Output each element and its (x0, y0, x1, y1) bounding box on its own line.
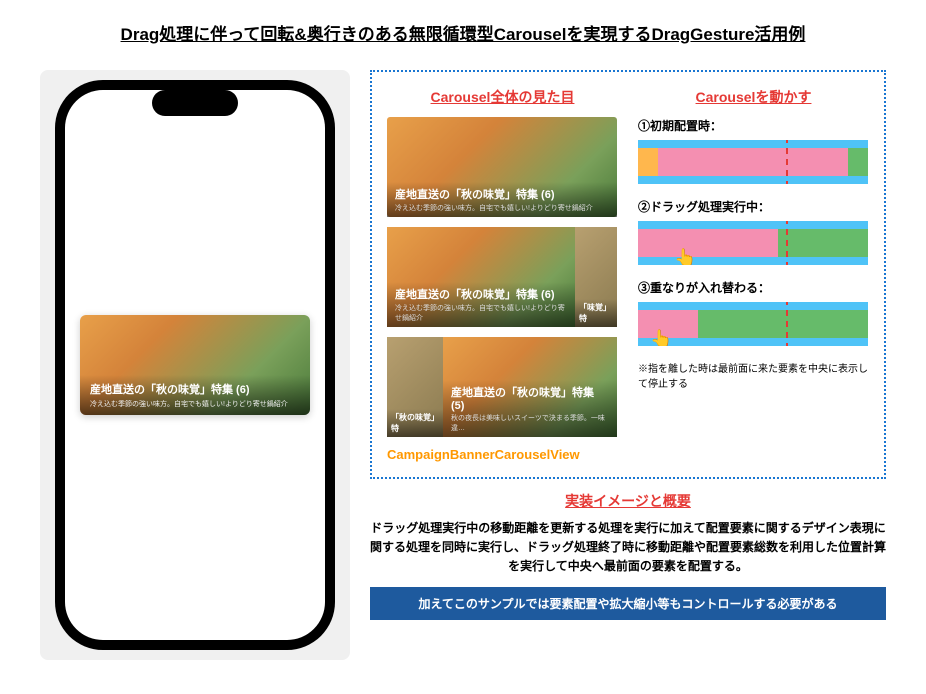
implementation-note-box: 加えてこのサンプルでは要素配置や拡大縮小等もコントロールする必要がある (370, 587, 886, 620)
appearance-example-3: 「秋の味覚」特 産地直送の「秋の味覚」特集 (5) 秋の夜長は美味しいスイーツで… (387, 337, 617, 437)
banner-subtitle: 冷え込む季節の強い味方。自宅でも嬉しい!よりどり寄せ鍋紹介 (90, 399, 300, 409)
states-footnote: ※指を離した時は最前面に来た要素を中央に表示して停止する (638, 360, 869, 390)
banner-title: 産地直送の「秋の味覚」特集 (6) (90, 381, 300, 397)
right-column: Carousel全体の見た目 産地直送の「秋の味覚」特集 (6) 冷え込む季節の… (370, 70, 886, 660)
state-1-diagram (638, 140, 868, 184)
implementation-section: 実装イメージと概要 ドラッグ処理実行中の移動距離を更新する処理を実行に加えて配置… (370, 491, 886, 620)
appearance-3-left-title: 「秋の味覚」特 (391, 412, 439, 434)
appearance-3-center-title: 産地直送の「秋の味覚」特集 (5) (451, 384, 609, 412)
appearance-2-title: 産地直送の「秋の味覚」特集 (6) (395, 286, 567, 302)
implementation-heading: 実装イメージと概要 (370, 491, 886, 511)
state-3-label: ③重なりが入れ替わる： (638, 279, 869, 296)
states-heading: Carouselを動かす (638, 87, 869, 107)
state-1-center-line (786, 140, 788, 184)
phone-screen: 産地直送の「秋の味覚」特集 (6) 冷え込む季節の強い味方。自宅でも嬉しい!より… (65, 90, 325, 640)
phone-frame: 産地直送の「秋の味覚」特集 (6) 冷え込む季節の強い味方。自宅でも嬉しい!より… (55, 80, 335, 650)
appearance-2-side-title: 「味覚」特 (579, 302, 613, 324)
state-2-center-line (786, 221, 788, 265)
page-title: Drag処理に伴って回転&奥行きのある無限循環型Carouselを実現するDra… (40, 20, 886, 45)
state-2-label: ②ドラッグ処理実行中： (638, 198, 869, 215)
component-name-label: CampaignBannerCarouselView (387, 447, 618, 462)
appearance-heading: Carousel全体の見た目 (387, 87, 618, 107)
phone-notch (152, 90, 238, 116)
appearance-2-sub: 冷え込む季節の強い味方。自宅でも嬉しい!よりどり寄せ鍋紹介 (395, 303, 567, 323)
appearance-1-sub: 冷え込む季節の強い味方。自宅でも嬉しい!よりどり寄せ鍋紹介 (395, 203, 609, 213)
appearance-example-2: 産地直送の「秋の味覚」特集 (6) 冷え込む季節の強い味方。自宅でも嬉しい!より… (387, 227, 617, 327)
state-3-center-line (786, 302, 788, 346)
implementation-body: ドラッグ処理実行中の移動距離を更新する処理を実行に加えて配置要素に関するデザイン… (370, 519, 886, 577)
state-1-label: ①初期配置時： (638, 117, 869, 134)
phone-mockup-column: 産地直送の「秋の味覚」特集 (6) 冷え込む季節の強い味方。自宅でも嬉しい!より… (40, 70, 350, 660)
main-layout: 産地直送の「秋の味覚」特集 (6) 冷え込む季節の強い味方。自宅でも嬉しい!より… (40, 70, 886, 660)
state-3-diagram: 👆 (638, 302, 868, 346)
carousel-banner-card[interactable]: 産地直送の「秋の味覚」特集 (6) 冷え込む季節の強い味方。自宅でも嬉しい!より… (80, 315, 310, 415)
state-2-diagram: 👆 (638, 221, 868, 265)
appearance-example-1: 産地直送の「秋の味覚」特集 (6) 冷え込む季節の強い味方。自宅でも嬉しい!より… (387, 117, 617, 217)
drag-pointer-icon: 👆 (674, 248, 696, 265)
appearance-1-title: 産地直送の「秋の味覚」特集 (6) (395, 186, 609, 202)
drag-pointer-icon: 👆 (650, 329, 672, 346)
appearance-3-center-sub: 秋の夜長は美味しいスイーツで決まる季節。一味違… (451, 413, 609, 433)
states-section: Carouselを動かす ①初期配置時： ②ドラッグ処理実行中： 👆 ③重なりが… (638, 87, 869, 462)
dotted-panel: Carousel全体の見た目 産地直送の「秋の味覚」特集 (6) 冷え込む季節の… (370, 70, 886, 479)
appearance-section: Carousel全体の見た目 産地直送の「秋の味覚」特集 (6) 冷え込む季節の… (387, 87, 618, 462)
banner-content: 産地直送の「秋の味覚」特集 (6) 冷え込む季節の強い味方。自宅でも嬉しい!より… (80, 375, 310, 415)
